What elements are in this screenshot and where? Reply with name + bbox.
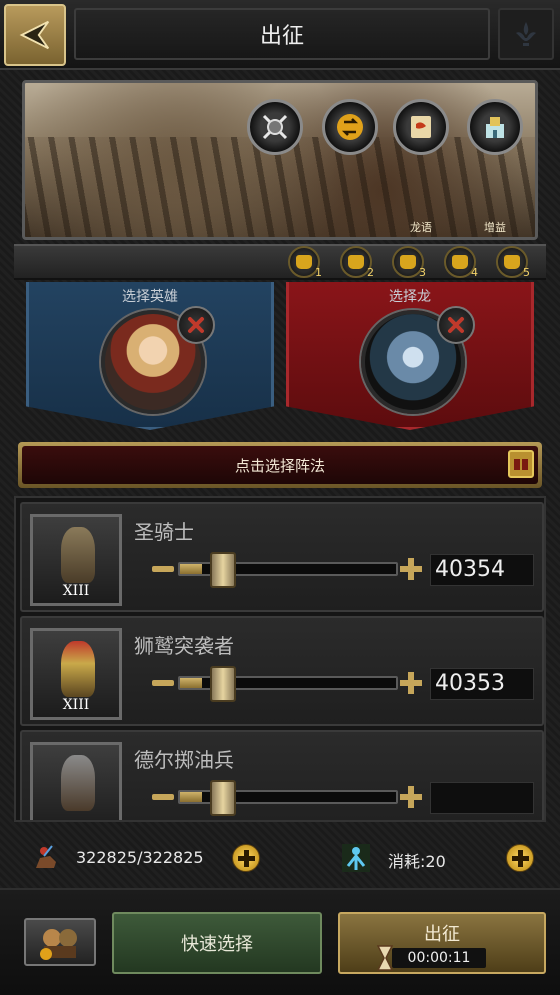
preset-number: 5 [523, 266, 530, 279]
slider-fill [180, 564, 202, 574]
troop-portrait: XIII [30, 628, 122, 720]
troop-count-input[interactable]: 40354 [430, 554, 534, 586]
generals-icon [40, 929, 77, 960]
troop-portrait [30, 742, 122, 820]
back-arrow-icon [19, 20, 50, 50]
slider-fill [180, 792, 202, 802]
add-troops-button[interactable] [232, 844, 260, 872]
castle-boost-icon[interactable] [467, 99, 523, 155]
formation-label: 点击选择阵法 [234, 456, 325, 475]
march-cost: 消耗:20 [388, 852, 446, 871]
preset-button-4[interactable]: 4 [444, 246, 478, 279]
decrease-button[interactable] [152, 794, 174, 800]
preset-number: 2 [367, 266, 374, 279]
troop-count-input[interactable] [430, 782, 534, 814]
troop-row: 德尔掷油兵 [20, 730, 544, 820]
preset-button-5[interactable]: 5 [496, 246, 530, 279]
quick-select-button[interactable]: 快速选择 [112, 912, 322, 974]
troop-name: 圣骑士 [134, 520, 194, 544]
increase-button[interactable] [400, 672, 422, 694]
troop-portrait: XIII [30, 514, 122, 606]
preset-button-2[interactable]: 2 [340, 246, 374, 279]
fist-icon [504, 255, 520, 269]
troop-count-input[interactable]: 40353 [430, 668, 534, 700]
back-button[interactable] [4, 4, 66, 66]
swap-icon[interactable] [322, 99, 378, 155]
battle-banner: 龙语 增益 [22, 80, 538, 240]
fleur-de-lis-icon [498, 8, 554, 60]
march-label: 出征 [424, 924, 460, 945]
preset-strip: 1 2 3 4 5 [14, 244, 546, 280]
header: 出征 [0, 0, 560, 70]
troop-capacity: 322825/322825 [76, 848, 204, 867]
formation-bar[interactable]: 点击选择阵法 [18, 442, 542, 488]
troop-name: 德尔掷油兵 [134, 748, 234, 772]
troop-name: 狮鹫突袭者 [134, 634, 234, 658]
cavalry-icon [36, 845, 56, 868]
page-title: 出征 [74, 8, 490, 60]
increase-button[interactable] [400, 786, 422, 808]
hero-label: 选择英雄 [122, 289, 178, 305]
preset-button-1[interactable]: 1 [288, 246, 322, 279]
close-icon [448, 317, 464, 333]
march-screen: 出征 龙语 增益 1 2 3 4 5 选择英雄 选择龙 点击选择阵法 XIII … [0, 0, 560, 995]
preset-number: 1 [315, 266, 322, 279]
swords-shield-icon[interactable] [247, 99, 303, 155]
griffin-raider-figure [61, 641, 95, 697]
preset-number: 3 [419, 266, 426, 279]
dragon-label: 选择龙 [389, 289, 431, 305]
close-icon [188, 317, 204, 333]
march-button[interactable]: 出征 00:00:11 [338, 912, 546, 974]
decrease-button[interactable] [152, 566, 174, 572]
remove-hero-button[interactable] [177, 306, 215, 344]
fist-icon [452, 255, 468, 269]
quick-select-label: 快速选择 [181, 934, 253, 955]
decrease-button[interactable] [152, 680, 174, 686]
formation-select[interactable]: 点击选择阵法 [22, 446, 538, 484]
preset-button-3[interactable]: 3 [392, 246, 426, 279]
march-summary: 322825/322825 消耗:20 [0, 830, 560, 886]
oil-thrower-figure [61, 755, 95, 811]
troop-list[interactable]: XIII 圣骑士 40354 XIII 狮鹫突袭者 40353 德尔掷油兵 [14, 496, 546, 822]
fist-icon [400, 255, 416, 269]
march-time: 00:00:11 [392, 948, 486, 968]
dragon-scroll-icon[interactable] [393, 99, 449, 155]
dragon-panel[interactable]: 选择龙 [286, 282, 534, 430]
add-stamina-button[interactable] [506, 844, 534, 872]
paladin-figure [61, 527, 95, 583]
fist-icon [296, 255, 312, 269]
increase-button[interactable] [400, 558, 422, 580]
page-title-text: 出征 [259, 24, 304, 49]
book-icon[interactable] [508, 450, 534, 478]
slider-knob[interactable] [210, 780, 236, 816]
stamina-figure-icon [342, 844, 370, 872]
general-button[interactable] [24, 918, 96, 966]
troop-row: XIII 圣骑士 40354 [20, 502, 544, 612]
dragon-scroll-label: 龙语 [410, 221, 432, 234]
troop-tier: XIII [62, 583, 90, 599]
preset-number: 4 [471, 266, 478, 279]
action-bar: 快速选择 出征 00:00:11 [0, 888, 560, 995]
fist-icon [348, 255, 364, 269]
remove-dragon-button[interactable] [437, 306, 475, 344]
hero-panel[interactable]: 选择英雄 [26, 282, 274, 430]
slider-knob[interactable] [210, 552, 236, 588]
slider-knob[interactable] [210, 666, 236, 702]
slider-fill [180, 678, 202, 688]
troop-row: XIII 狮鹫突袭者 40353 [20, 616, 544, 726]
troop-tier: XIII [62, 697, 90, 713]
castle-boost-label: 增益 [484, 221, 506, 234]
